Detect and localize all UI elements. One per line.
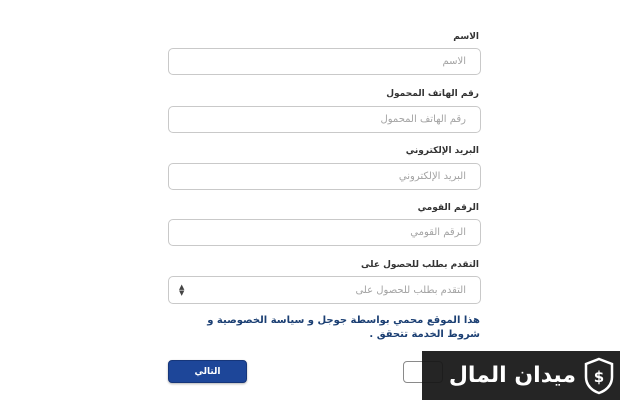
request-type-label: التقدم بطلب للحصول على — [361, 260, 479, 270]
request-type-select[interactable]: ▲ ▼ التقدم بطلب للحصول على — [168, 276, 481, 304]
shield-dollar-icon: $ — [584, 357, 614, 394]
email-label: البريد الإلكتروني — [405, 146, 479, 156]
name-label: الاسم — [453, 32, 479, 42]
name-input[interactable] — [168, 48, 481, 75]
phone-label: رقم الهاتف المحمول — [386, 89, 479, 99]
phone-input[interactable] — [168, 106, 481, 133]
watermark-text: ميدان المال — [448, 363, 576, 388]
recaptcha-notice: هذا الموقع محمي بواسطة جوجل و سياسة الخص… — [207, 315, 480, 340]
email-input[interactable] — [168, 163, 481, 190]
national-id-input[interactable] — [168, 219, 481, 246]
national-id-label: الرقم القومي — [417, 203, 479, 213]
next-button[interactable]: التالي — [168, 360, 247, 383]
watermark-banner: ميدان المال $ — [422, 351, 620, 400]
request-type-selected: التقدم بطلب للحصول على — [355, 284, 466, 296]
sort-arrows-icon: ▲ ▼ — [179, 283, 185, 297]
svg-text:$: $ — [594, 368, 604, 386]
